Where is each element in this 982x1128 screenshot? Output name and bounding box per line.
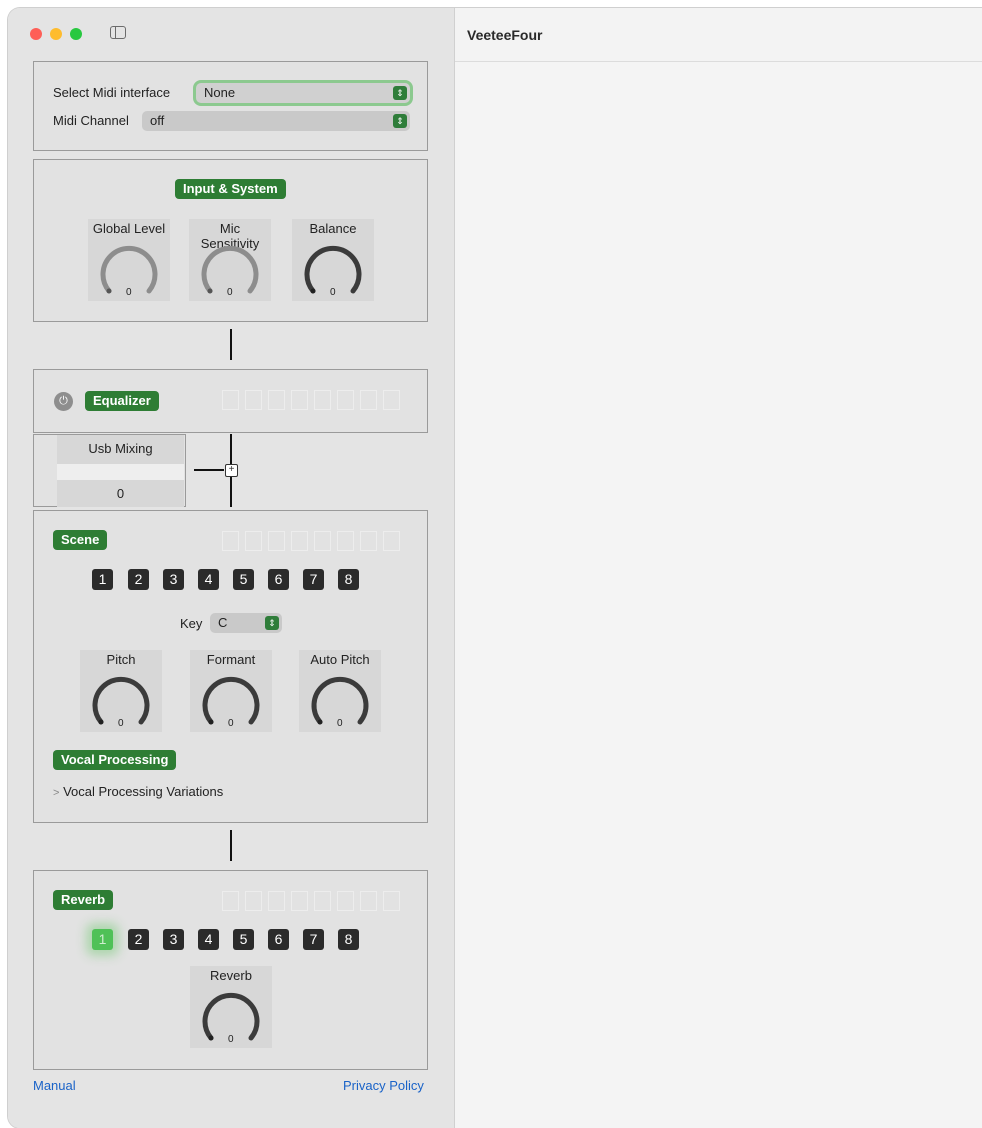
reverb-5-button[interactable]: 5 [233, 929, 254, 950]
reverb-slots [222, 891, 400, 911]
knob-value: 0 [228, 718, 234, 729]
sidebar: Select Midi interface None ⇕ Midi Channe… [8, 8, 455, 1128]
equalizer-slots [222, 390, 400, 410]
reverb-button[interactable]: Reverb [53, 890, 114, 910]
vocal-processing-button[interactable]: Vocal Processing [53, 750, 177, 770]
scene-3-button[interactable]: 3 [163, 569, 184, 590]
reverb-3-button[interactable]: 3 [163, 929, 184, 950]
knob-label: Pitch [106, 652, 136, 667]
scene-7-button[interactable]: 7 [303, 569, 324, 590]
usb-mixing-value: 0 [116, 486, 125, 501]
reverb-7-button[interactable]: 7 [303, 929, 324, 950]
knob-value: 0 [337, 718, 343, 729]
chevron-updown-icon: ⇕ [265, 616, 279, 630]
knob-value: 0 [118, 718, 124, 729]
midi-channel-label: Midi Channel [53, 113, 129, 128]
usb-mixing-label: Usb Mixing [88, 441, 153, 456]
balance-knob[interactable]: Balance 0 [292, 219, 374, 301]
knob-label: Balance [309, 221, 357, 236]
knob-value: 0 [330, 287, 336, 298]
reverb-4-button[interactable]: 4 [198, 929, 219, 950]
knob-value: 0 [227, 287, 233, 298]
scene-4-button[interactable]: 4 [198, 569, 219, 590]
usb-connector [194, 469, 224, 471]
scene-slots [222, 531, 400, 551]
plus-icon[interactable]: + [225, 464, 238, 477]
close-window-button[interactable] [30, 28, 42, 40]
scene-6-button[interactable]: 6 [268, 569, 289, 590]
sidebar-toggle-icon[interactable] [110, 26, 126, 39]
scene-2-button[interactable]: 2 [128, 569, 149, 590]
manual-link[interactable]: Manual [33, 1078, 76, 1093]
knob-label: Reverb [210, 968, 252, 983]
knob-label: Global Level [92, 221, 166, 236]
knob-value: 0 [126, 287, 132, 298]
input-system-button[interactable]: Input & System [175, 179, 286, 199]
key-label: Key [180, 616, 203, 631]
window-title: VeeteeFour [467, 26, 543, 43]
reverb-8-button[interactable]: 8 [338, 929, 359, 950]
formant-knob[interactable]: Formant 0 [190, 650, 272, 732]
input-system-panel: Input & System Global Level 0 Mic Sensit… [33, 159, 428, 322]
pitch-knob[interactable]: Pitch 0 [80, 650, 162, 732]
privacy-policy-link[interactable]: Privacy Policy [343, 1078, 424, 1093]
chevron-right-icon: > [53, 787, 60, 799]
power-icon[interactable]: ⏻ [54, 392, 73, 411]
scene-button[interactable]: Scene [53, 530, 108, 550]
global-level-knob[interactable]: Global Level 0 [88, 219, 170, 301]
knob-label: Auto Pitch [310, 652, 370, 667]
key-select[interactable]: C ⇕ [210, 613, 282, 633]
usb-mixing-panel: Usb Mixing 0 [33, 434, 186, 507]
midi-channel-value: off [150, 113, 165, 128]
vocal-processing-variations-disclosure[interactable]: > Vocal Processing Variations [53, 784, 223, 799]
minimize-window-button[interactable] [50, 28, 62, 40]
knob-label: Formant [206, 652, 256, 667]
chevron-updown-icon: ⇕ [393, 114, 407, 128]
zoom-window-button[interactable] [70, 28, 82, 40]
key-value: C [218, 615, 228, 630]
reverb-panel: Reverb 1 2 3 4 5 6 7 8 Reverb 0 [33, 870, 428, 1070]
reverb-1-button[interactable]: 1 [92, 929, 113, 950]
connector-line [230, 830, 232, 861]
chevron-updown-icon: ⇕ [393, 86, 407, 100]
variations-label: Vocal Processing Variations [63, 784, 224, 799]
midi-interface-label: Select Midi interface [53, 85, 171, 100]
scene-1-button[interactable]: 1 [92, 569, 113, 590]
app-window: Select Midi interface None ⇕ Midi Channe… [8, 8, 982, 1128]
midi-interface-value: None [204, 85, 236, 100]
reverb-2-button[interactable]: 2 [128, 929, 149, 950]
reverb-knob[interactable]: Reverb 0 [190, 966, 272, 1048]
equalizer-panel: ⏻ Equalizer [33, 369, 428, 433]
usb-mixing-slider[interactable] [57, 464, 184, 480]
auto-pitch-knob[interactable]: Auto Pitch 0 [299, 650, 381, 732]
scene-panel: Scene 1 2 3 4 5 6 7 8 Key C ⇕ Pitch 0 Fo… [33, 510, 428, 823]
connector-line [230, 329, 232, 360]
window-title-bar: VeeteeFour [455, 8, 982, 62]
midi-interface-select[interactable]: None ⇕ [196, 83, 410, 103]
reverb-6-button[interactable]: 6 [268, 929, 289, 950]
scene-5-button[interactable]: 5 [233, 569, 254, 590]
knob-value: 0 [228, 1034, 234, 1045]
midi-channel-select[interactable]: off ⇕ [142, 111, 410, 131]
usb-mixing-control[interactable]: Usb Mixing 0 [57, 435, 184, 507]
equalizer-button[interactable]: Equalizer [85, 391, 159, 411]
mic-sensitivity-knob[interactable]: Mic Sensitivity 0 [189, 219, 271, 301]
scene-8-button[interactable]: 8 [338, 569, 359, 590]
midi-panel: Select Midi interface None ⇕ Midi Channe… [33, 61, 428, 151]
main-content: VeeteeFour [455, 8, 982, 1128]
